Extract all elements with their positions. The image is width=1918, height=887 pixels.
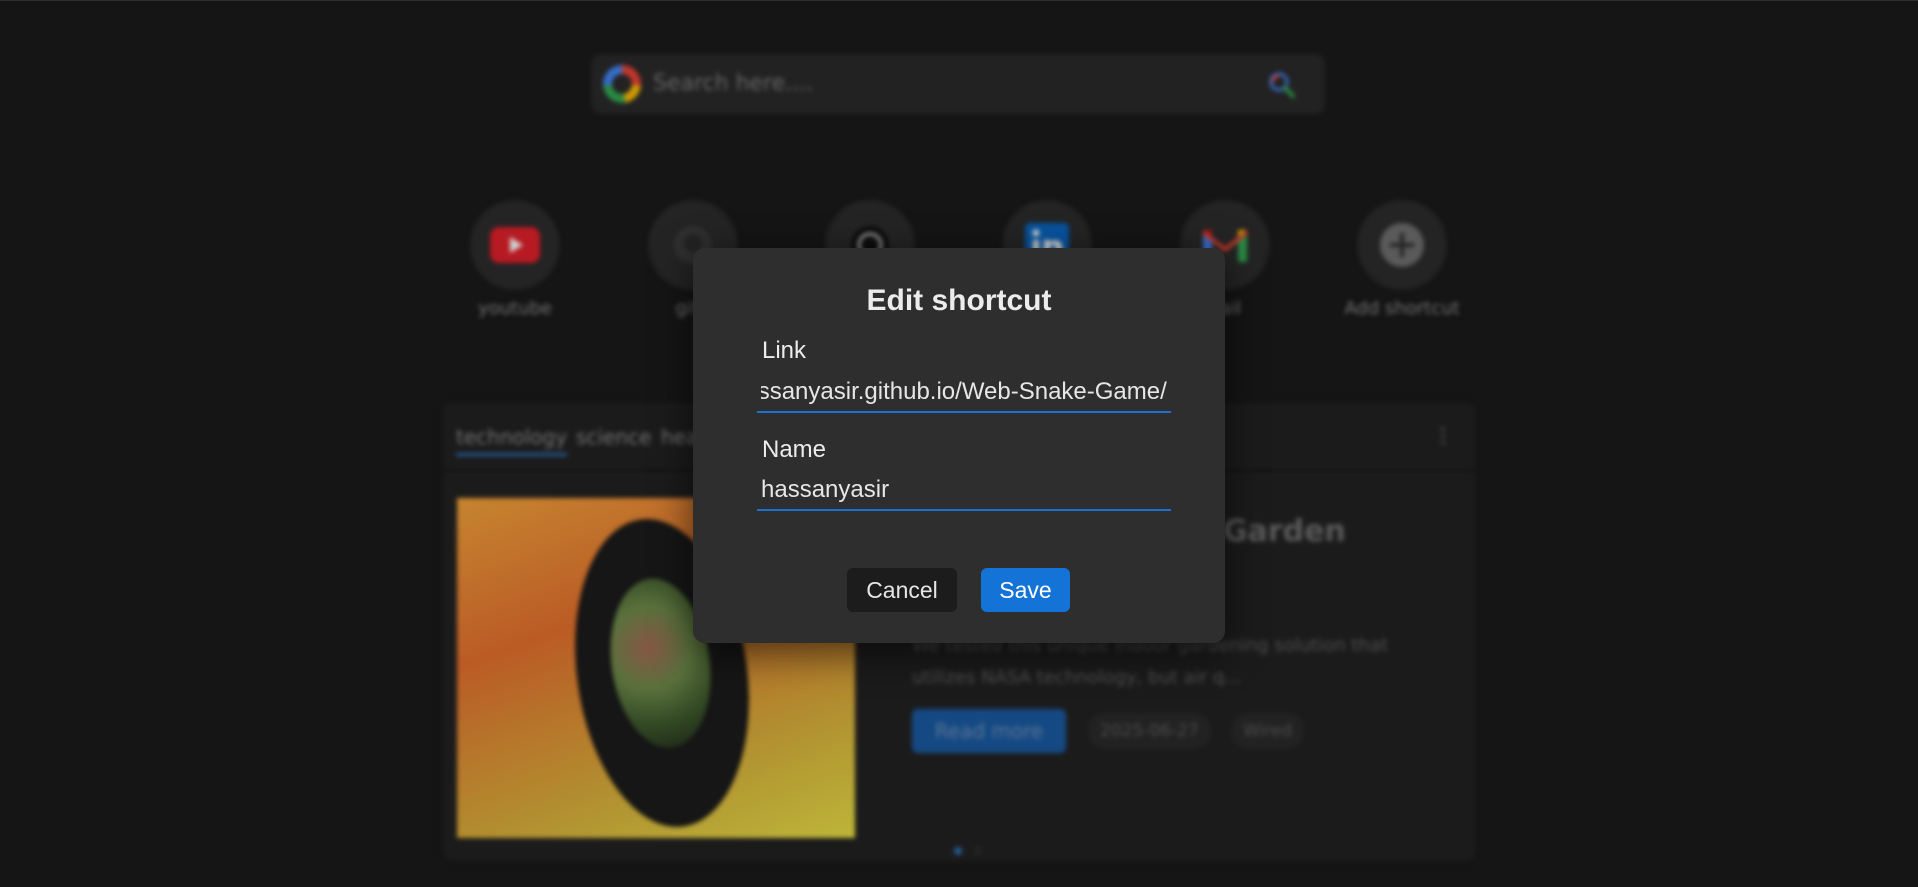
link-label: Link xyxy=(762,337,807,364)
name-input[interactable] xyxy=(757,471,1171,511)
link-input[interactable] xyxy=(757,373,1171,413)
dialog-title: Edit shortcut xyxy=(866,284,1052,317)
edit-shortcut-dialog: Edit shortcut Link Name Cancel Save xyxy=(693,248,1225,643)
cancel-button[interactable]: Cancel xyxy=(847,568,957,612)
name-label: Name xyxy=(762,436,827,463)
save-button[interactable]: Save xyxy=(981,568,1070,612)
